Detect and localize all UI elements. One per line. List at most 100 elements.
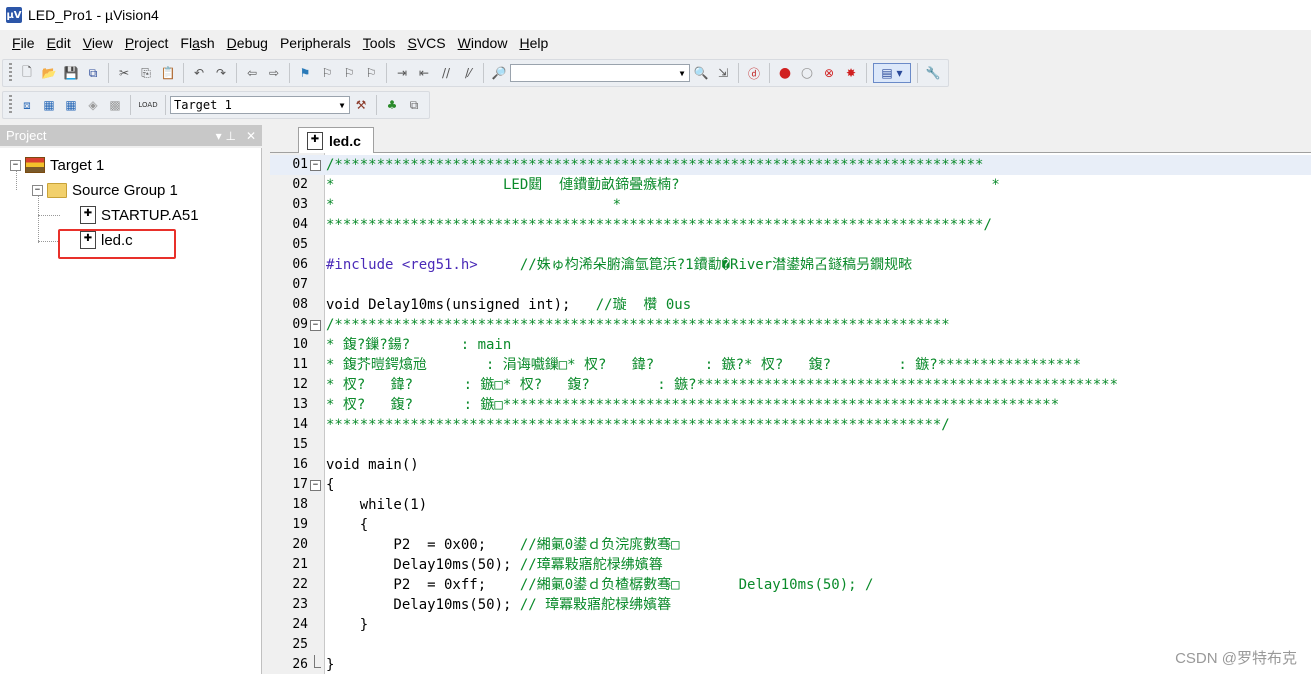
enable-breakpoint-icon[interactable]: ○: [798, 64, 816, 82]
toolbar-separator: [130, 95, 131, 115]
prev-bookmark-icon[interactable]: ⚐: [318, 64, 336, 82]
code-line[interactable]: 19 {: [270, 515, 1311, 535]
panel-splitter[interactable]: [262, 125, 270, 674]
start-debug-icon[interactable]: ⓓ: [745, 64, 763, 82]
bookmark-icon[interactable]: ⚑: [296, 64, 314, 82]
code-line[interactable]: 15: [270, 435, 1311, 455]
code-line[interactable]: 14 **************************************…: [270, 415, 1311, 435]
code-line[interactable]: 11 * 鍑芥暟鍔熻兘 : 涓诲嚱鏁□* 杈? 鍏? : 鏃?* 杈? 鍑? : …: [270, 355, 1311, 375]
collapse-icon[interactable]: −: [10, 159, 21, 171]
fold-toggle-icon[interactable]: −: [310, 320, 321, 331]
rebuild-icon[interactable]: ▦: [62, 96, 80, 114]
redo-icon[interactable]: ↷: [212, 64, 230, 82]
code-line[interactable]: 01−/************************************…: [270, 155, 1311, 175]
target-options-icon[interactable]: ⚒: [352, 96, 370, 114]
code-line[interactable]: 13 * 杈? 鍑? : 鏃□**************************…: [270, 395, 1311, 415]
code-line[interactable]: 12 * 杈? 鍏? : 鏃□* 杈? 鍑? : 鏃?**************…: [270, 375, 1311, 395]
paste-icon[interactable]: 📋: [159, 64, 177, 82]
collapse-icon[interactable]: −: [32, 184, 43, 196]
toolbar-separator: [386, 63, 387, 83]
project-panel-controls: ▾ ⊥ ✕: [216, 129, 256, 143]
unindent-icon[interactable]: ⇤: [415, 64, 433, 82]
code-line[interactable]: 02 * LED閮 僆鐨勭畝鍗曡瘯楠? *: [270, 175, 1311, 195]
incremental-find-icon[interactable]: ⇲: [714, 64, 732, 82]
select-packs-icon[interactable]: ⧉: [405, 96, 423, 114]
line-number: 09: [292, 317, 308, 332]
code-line[interactable]: 04 **************************************…: [270, 215, 1311, 235]
code-line[interactable]: 25: [270, 635, 1311, 655]
clear-bookmarks-icon[interactable]: ⚐: [362, 64, 380, 82]
manage-components-icon[interactable]: ♣: [383, 96, 401, 114]
target-select[interactable]: Target 1 ▼: [170, 96, 350, 114]
build-icon[interactable]: ▦: [40, 96, 58, 114]
uncomment-icon[interactable]: /⁄: [459, 64, 477, 82]
menu-project[interactable]: Project: [119, 30, 175, 56]
save-icon[interactable]: 💾: [62, 64, 80, 82]
code-line[interactable]: 08 void Delay10ms(unsigned int); //璇 欑 0u…: [270, 295, 1311, 315]
menu-svcs[interactable]: SVCS: [401, 30, 451, 56]
menu-edit[interactable]: Edit: [41, 30, 77, 56]
tree-node-source-group[interactable]: − Source Group 1: [32, 179, 178, 201]
code-line[interactable]: 26}: [270, 655, 1311, 674]
window-layout-icon[interactable]: ▤ ▾: [873, 63, 911, 83]
code-line[interactable]: 05: [270, 235, 1311, 255]
chevron-down-icon[interactable]: ▼: [335, 97, 349, 113]
code-line[interactable]: 07: [270, 275, 1311, 295]
code-line[interactable]: 24 }: [270, 615, 1311, 635]
find-icon[interactable]: 🔍: [692, 64, 710, 82]
next-bookmark-icon[interactable]: ⚐: [340, 64, 358, 82]
toolbar-grip[interactable]: [9, 63, 12, 83]
menu-window[interactable]: Window: [452, 30, 514, 56]
tree-node-file-startup[interactable]: ✚ STARTUP.A51: [80, 204, 199, 226]
code-line[interactable]: 23 Delay10ms(50); // 璋冪敤寤舵椂绋嬪簭: [270, 595, 1311, 615]
menu-peripherals[interactable]: Peripherals: [274, 30, 357, 56]
project-panel-header: Project ▾ ⊥ ✕: [0, 125, 262, 146]
translate-icon[interactable]: ⧈: [18, 96, 36, 114]
menu-flash[interactable]: Flash: [174, 30, 220, 56]
comment-icon[interactable]: //: [437, 64, 455, 82]
code-line[interactable]: 22 P2 = 0xff; //緗氭0鍙ｄ负楂樼數骞□ Delay10ms(50…: [270, 575, 1311, 595]
menu-tools[interactable]: Tools: [357, 30, 402, 56]
nav-forward-icon[interactable]: ⇨: [265, 64, 283, 82]
stop-build-icon[interactable]: ▩: [106, 96, 124, 114]
indent-icon[interactable]: ⇥: [393, 64, 411, 82]
cut-icon[interactable]: ✂: [115, 64, 133, 82]
fold-toggle-icon[interactable]: −: [310, 480, 321, 491]
configure-icon[interactable]: 🔧: [924, 64, 942, 82]
chevron-down-icon[interactable]: ▼: [675, 65, 689, 81]
code-line[interactable]: 03 * *: [270, 195, 1311, 215]
disable-breakpoints-icon[interactable]: ⊗: [820, 64, 838, 82]
pin-icon[interactable]: ▾ ⊥: [216, 129, 236, 143]
code-line[interactable]: 17−{: [270, 475, 1311, 495]
code-editor[interactable]: 01−/************************************…: [270, 153, 1311, 674]
menu-help[interactable]: Help: [513, 30, 554, 56]
batch-build-icon[interactable]: ◈: [84, 96, 102, 114]
undo-icon[interactable]: ↶: [190, 64, 208, 82]
menu-debug[interactable]: Debug: [221, 30, 274, 56]
code-line[interactable]: 20 P2 = 0x00; //緗氭0鍙ｄ负浣庣數骞□: [270, 535, 1311, 555]
copy-icon[interactable]: ⎘: [137, 64, 155, 82]
menu-file[interactable]: File: [6, 30, 41, 56]
code-line[interactable]: 09−/************************************…: [270, 315, 1311, 335]
code-line[interactable]: 06 #include <reg51.h> //姝ゅ枃浠朵腑瀹氫箟浜?1鐨勫�Ri…: [270, 255, 1311, 275]
tree-node-target[interactable]: − Target 1: [10, 154, 104, 176]
insert-breakpoint-icon[interactable]: ●: [776, 64, 794, 82]
code-line[interactable]: 16 void main(): [270, 455, 1311, 475]
kill-breakpoints-icon[interactable]: ✸: [842, 64, 860, 82]
nav-back-icon[interactable]: ⇦: [243, 64, 261, 82]
fold-toggle-icon[interactable]: −: [310, 160, 321, 171]
find-in-files-icon[interactable]: 🔎: [490, 64, 508, 82]
menu-view[interactable]: View: [77, 30, 119, 56]
code-line[interactable]: 21 Delay10ms(50); //璋冪敤寤舵椂绋嬪簭: [270, 555, 1311, 575]
new-file-icon[interactable]: 🗋: [18, 64, 36, 82]
annotation-highlight-box: [58, 229, 176, 259]
download-load-icon[interactable]: LOAD: [137, 96, 159, 114]
save-all-icon[interactable]: ⧉: [84, 64, 102, 82]
tab-led-c[interactable]: ✚ led.c: [298, 127, 374, 153]
code-line[interactable]: 10 * 鍑?鏁?鍚? : main: [270, 335, 1311, 355]
find-combo[interactable]: ▼: [510, 64, 690, 82]
close-icon[interactable]: ✕: [246, 129, 256, 143]
toolbar-grip[interactable]: [9, 95, 12, 115]
open-folder-icon[interactable]: 📂: [40, 64, 58, 82]
code-line[interactable]: 18 while(1): [270, 495, 1311, 515]
